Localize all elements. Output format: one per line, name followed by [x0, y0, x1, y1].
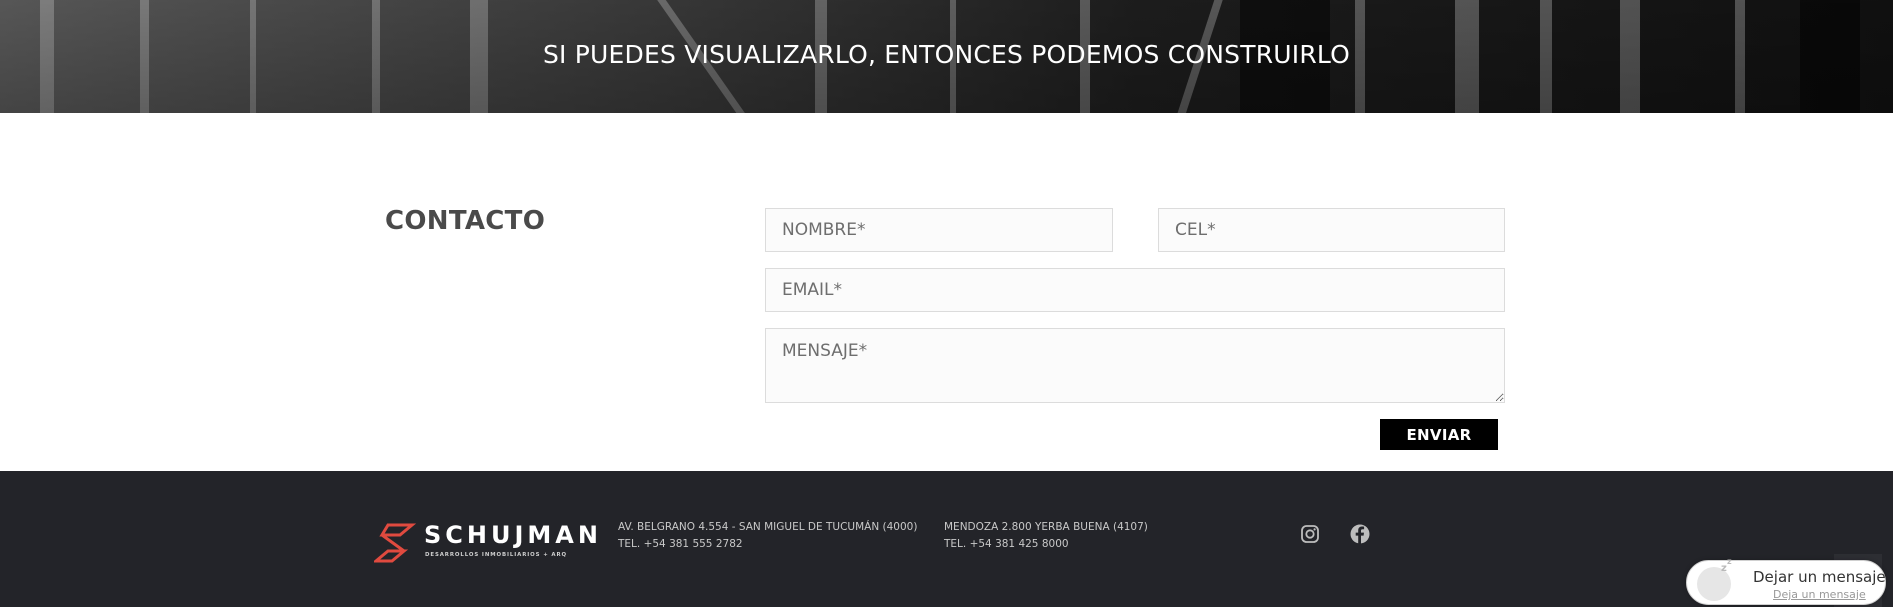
message-field[interactable]	[765, 328, 1505, 403]
chat-avatar-icon: z z	[1697, 557, 1732, 601]
instagram-icon[interactable]	[1300, 524, 1320, 544]
office-phone: TEL. +54 381 555 2782	[618, 538, 743, 550]
office-info-1: AV. BELGRANO 4.554 - SAN MIGUEL DE TUCUM…	[618, 519, 917, 553]
chat-title: Dejar un mensaje	[1753, 568, 1886, 586]
office-info-2: MENDOZA 2.800 YERBA BUENA (4107) TEL. +5…	[944, 519, 1148, 553]
schujman-logo[interactable]: SCHUJMAN DESARROLLOS INMOBILIARIOS + ARQ	[374, 521, 598, 565]
site-footer: SCHUJMAN DESARROLLOS INMOBILIARIOS + ARQ…	[0, 471, 1893, 607]
office-phone: TEL. +54 381 425 8000	[944, 538, 1069, 550]
chat-link[interactable]: Deja un mensaje	[1773, 588, 1866, 601]
office-address: AV. BELGRANO 4.554 - SAN MIGUEL DE TUCUM…	[618, 521, 918, 533]
office-address: MENDOZA 2.800 YERBA BUENA (4107)	[944, 521, 1148, 533]
logo-wordmark: SCHUJMAN	[424, 521, 602, 549]
logo-mark-icon	[374, 523, 417, 563]
facebook-icon[interactable]	[1350, 524, 1370, 544]
chat-widget[interactable]: z z Dejar un mensaje Deja un mensaje	[1686, 557, 1886, 605]
hero-title: SI PUEDES VISUALIZARLO, ENTONCES PODEMOS…	[542, 40, 1351, 69]
hero-banner: SI PUEDES VISUALIZARLO, ENTONCES PODEMOS…	[0, 0, 1893, 113]
cel-field[interactable]	[1158, 208, 1505, 252]
email-field[interactable]	[765, 268, 1505, 312]
logo-tagline: DESARROLLOS INMOBILIARIOS + ARQ	[425, 552, 568, 558]
name-field[interactable]	[765, 208, 1113, 252]
send-button[interactable]: ENVIAR	[1380, 419, 1498, 450]
contact-heading: CONTACTO	[385, 206, 546, 236]
